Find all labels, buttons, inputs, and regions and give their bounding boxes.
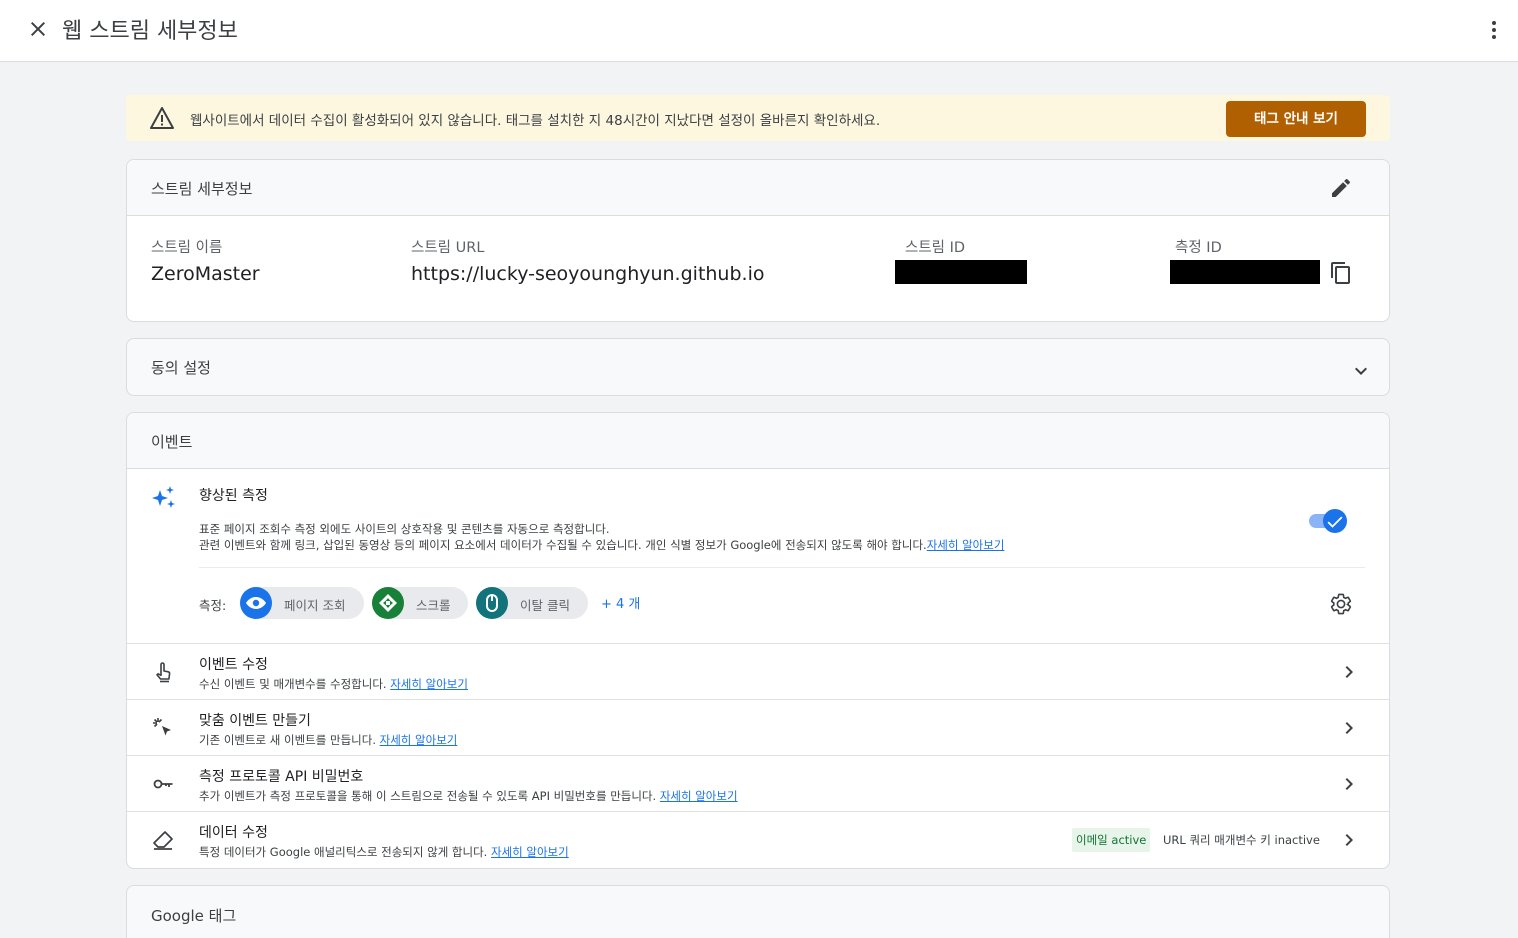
row-title: 맞춤 이벤트 만들기	[199, 713, 311, 729]
copy-icon[interactable]	[1329, 261, 1353, 285]
stream-url-value: https://lucky-seoyounghyun.github.io	[411, 263, 765, 285]
check-icon	[1327, 516, 1343, 528]
eye-icon	[246, 597, 266, 609]
chevron-right-icon	[1345, 722, 1353, 734]
tag-guide-button[interactable]: 태그 안내 보기	[1226, 101, 1366, 137]
learn-more-link[interactable]: 자세히 알아보기	[491, 845, 569, 859]
row-title: 측정 프로토콜 API 비밀번호	[199, 769, 364, 785]
chevron-down-icon[interactable]	[1349, 359, 1373, 383]
enhanced-measurement-desc-2: 관련 이벤트와 함께 링크, 삽입된 동영상 등의 페이지 요소에서 데이터가 …	[199, 538, 1005, 552]
chip-scroll[interactable]: 스크롤	[372, 587, 468, 619]
row-modify-events[interactable]: 이벤트 수정 수신 이벤트 및 매개변수를 수정합니다. 자세히 알아보기	[127, 643, 1389, 699]
gear-icon[interactable]	[1329, 592, 1353, 616]
events-card: 이벤트 향상된 측정 표준 페이지 조회수 측정 외에도 사이트의 상호작용 및…	[126, 412, 1390, 869]
row-title: 데이터 수정	[199, 825, 268, 841]
row-desc: 기존 이벤트로 새 이벤트를 만듭니다. 자세히 알아보기	[199, 733, 458, 747]
learn-more-link[interactable]: 자세히 알아보기	[927, 538, 1005, 552]
row-desc: 추가 이벤트가 측정 프로토콜을 통해 이 스트림으로 전송될 수 있도록 AP…	[199, 789, 738, 803]
google-tag-card: Google 태그	[126, 885, 1390, 938]
touch-icon	[156, 662, 171, 683]
warning-message: 웹사이트에서 데이터 수집이 활성화되어 있지 않습니다. 태그를 설치한 지 …	[190, 113, 881, 129]
url-query-redaction-badge: URL 쿼리 매개변수 키 inactive	[1163, 833, 1320, 847]
email-redaction-badge: 이메일 active	[1072, 828, 1151, 852]
learn-more-link[interactable]: 자세히 알아보기	[380, 733, 458, 747]
stream-id-redacted	[895, 260, 1027, 284]
row-measurement-protocol[interactable]: 측정 프로토콜 API 비밀번호 추가 이벤트가 측정 프로토콜을 통해 이 스…	[127, 755, 1389, 811]
key-icon	[153, 779, 173, 789]
row-data-redaction[interactable]: 데이터 수정 특정 데이터가 Google 애널리틱스로 전송되지 않게 합니다…	[127, 811, 1389, 867]
stream-url-label: 스트림 URL	[411, 240, 485, 256]
learn-more-link[interactable]: 자세히 알아보기	[660, 789, 738, 803]
edit-icon[interactable]	[1329, 176, 1353, 200]
row-title: 이벤트 수정	[199, 657, 268, 673]
measure-label: 측정:	[199, 598, 227, 613]
stream-details-heading: 스트림 세부정보	[151, 180, 253, 198]
warning-banner: 웹사이트에서 데이터 수집이 활성화되어 있지 않습니다. 태그를 설치한 지 …	[126, 95, 1390, 141]
enhanced-measurement-toggle[interactable]	[1307, 509, 1347, 533]
more-vert-icon[interactable]	[1482, 18, 1506, 42]
enhanced-measurement-title: 향상된 측정	[199, 488, 268, 504]
click-sparkle-icon	[153, 718, 171, 736]
enhanced-measurement-desc-1: 표준 페이지 조회수 측정 외에도 사이트의 상호작용 및 콘텐츠를 자동으로 …	[199, 522, 610, 536]
learn-more-link[interactable]: 자세히 알아보기	[390, 677, 468, 691]
more-measurements-link[interactable]: + 4 개	[601, 593, 640, 612]
warning-icon	[150, 107, 174, 129]
row-create-custom-event[interactable]: 맞춤 이벤트 만들기 기존 이벤트로 새 이벤트를 만듭니다. 자세히 알아보기	[127, 699, 1389, 755]
stream-name-label: 스트림 이름	[151, 240, 223, 256]
chip-page-view[interactable]: 페이지 조회	[240, 587, 364, 619]
eraser-icon	[153, 831, 173, 850]
row-desc: 특정 데이터가 Google 애널리틱스로 전송되지 않게 합니다. 자세히 알…	[199, 845, 569, 859]
scroll-icon	[379, 594, 397, 612]
top-app-bar: 웹 스트림 세부정보	[0, 0, 1518, 62]
mouse-icon	[486, 594, 498, 612]
stream-details-header: 스트림 세부정보	[127, 160, 1389, 216]
chip-outbound-click[interactable]: 이탈 클릭	[476, 587, 588, 619]
events-heading: 이벤트	[151, 433, 193, 451]
consent-settings-card[interactable]: 동의 설정	[126, 338, 1390, 396]
sparkle-icon	[152, 486, 175, 508]
measurement-id-label: 측정 ID	[1175, 240, 1222, 256]
events-header: 이벤트	[127, 413, 1389, 469]
divider	[199, 567, 1365, 568]
chevron-right-icon	[1345, 834, 1353, 846]
chevron-right-icon	[1345, 778, 1353, 790]
close-icon[interactable]	[26, 17, 50, 41]
consent-settings-heading: 동의 설정	[151, 359, 211, 377]
stream-details-card: 스트림 세부정보 스트림 이름 ZeroMaster 스트림 URL https…	[126, 159, 1390, 322]
measurement-id-redacted	[1170, 260, 1320, 284]
chevron-right-icon	[1345, 666, 1353, 678]
google-tag-heading: Google 태그	[151, 907, 237, 925]
stream-id-label: 스트림 ID	[905, 240, 966, 256]
row-desc: 수신 이벤트 및 매개변수를 수정합니다. 자세히 알아보기	[199, 677, 468, 691]
page-title: 웹 스트림 세부정보	[62, 19, 238, 44]
stream-name-value: ZeroMaster	[151, 263, 260, 285]
